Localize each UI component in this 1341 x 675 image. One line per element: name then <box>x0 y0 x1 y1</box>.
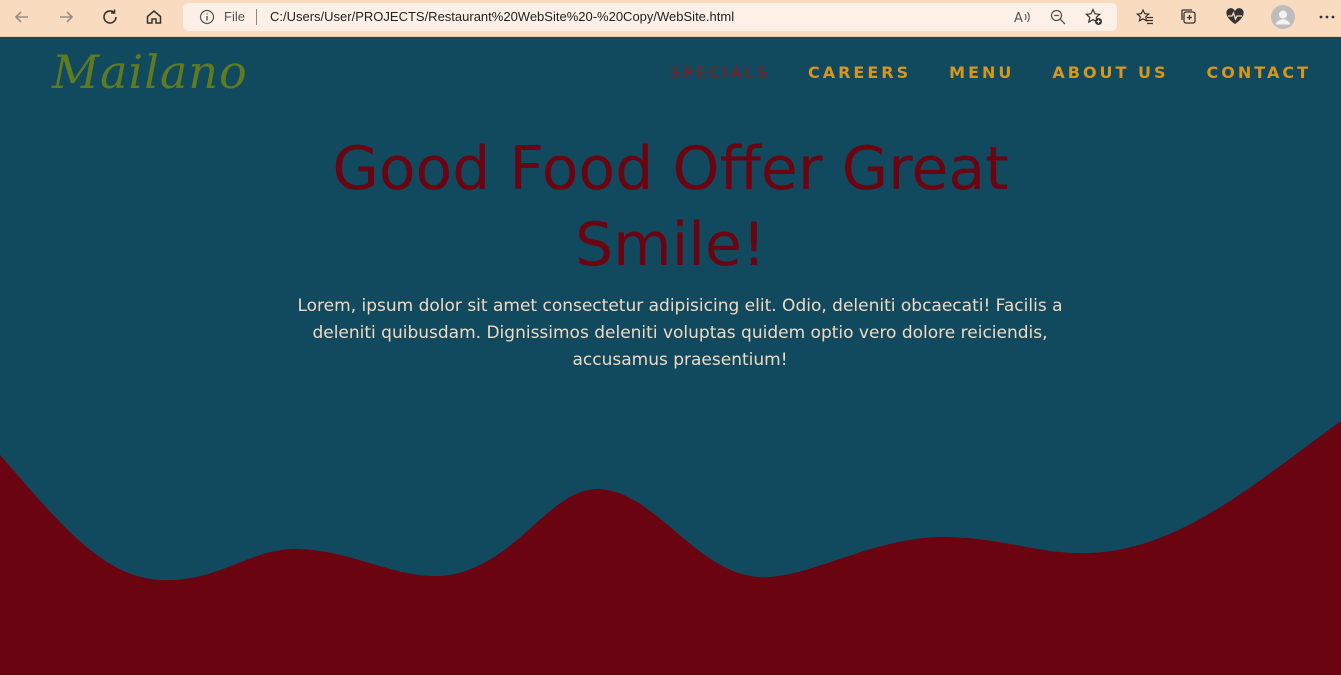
refresh-icon[interactable] <box>94 2 126 32</box>
nav-link-menu[interactable]: MENU <box>949 63 1014 82</box>
home-icon[interactable] <box>138 2 170 32</box>
browser-toolbar: File C:/Users/User/PROJECTS/Restaurant%2… <box>0 0 1341 37</box>
url-text[interactable]: C:/Users/User/PROJECTS/Restaurant%20WebS… <box>270 9 734 24</box>
health-icon[interactable] <box>1219 2 1251 32</box>
web-page: Mailano SPECIALS CAREERS MENU ABOUT US C… <box>0 37 1341 675</box>
read-aloud-icon[interactable]: A <box>1011 7 1033 27</box>
collections-icon[interactable] <box>1173 2 1205 32</box>
profile-icon[interactable] <box>1267 2 1299 32</box>
hero-title-line-2: Smile! <box>575 210 766 280</box>
hero-title-line-1: Good Food Offer Great <box>332 134 1009 204</box>
nav-link-specials[interactable]: SPECIALS <box>670 63 770 82</box>
nav-link-careers[interactable]: CAREERS <box>808 63 911 82</box>
forward-icon[interactable] <box>50 2 82 32</box>
hero-description: Lorem, ipsum dolor sit amet consectetur … <box>297 296 1063 370</box>
address-bar[interactable]: File C:/Users/User/PROJECTS/Restaurant%2… <box>183 3 1117 31</box>
site-logo[interactable]: Mailano <box>52 45 248 99</box>
add-favorite-icon[interactable] <box>1083 7 1105 27</box>
hero-title: Good Food Offer Great Smile! <box>0 131 1341 283</box>
scheme-label: File <box>224 9 245 24</box>
main-nav: SPECIALS CAREERS MENU ABOUT US CONTACT <box>632 63 1311 82</box>
nav-link-about-us[interactable]: ABOUT US <box>1052 63 1168 82</box>
zoom-icon[interactable] <box>1047 7 1069 27</box>
favorites-icon[interactable] <box>1129 2 1161 32</box>
svg-text:A: A <box>1014 11 1023 25</box>
back-icon[interactable] <box>6 2 38 32</box>
nav-link-contact[interactable]: CONTACT <box>1207 63 1311 82</box>
info-icon[interactable] <box>199 9 215 29</box>
divider <box>256 9 257 25</box>
more-icon[interactable] <box>1311 2 1341 32</box>
